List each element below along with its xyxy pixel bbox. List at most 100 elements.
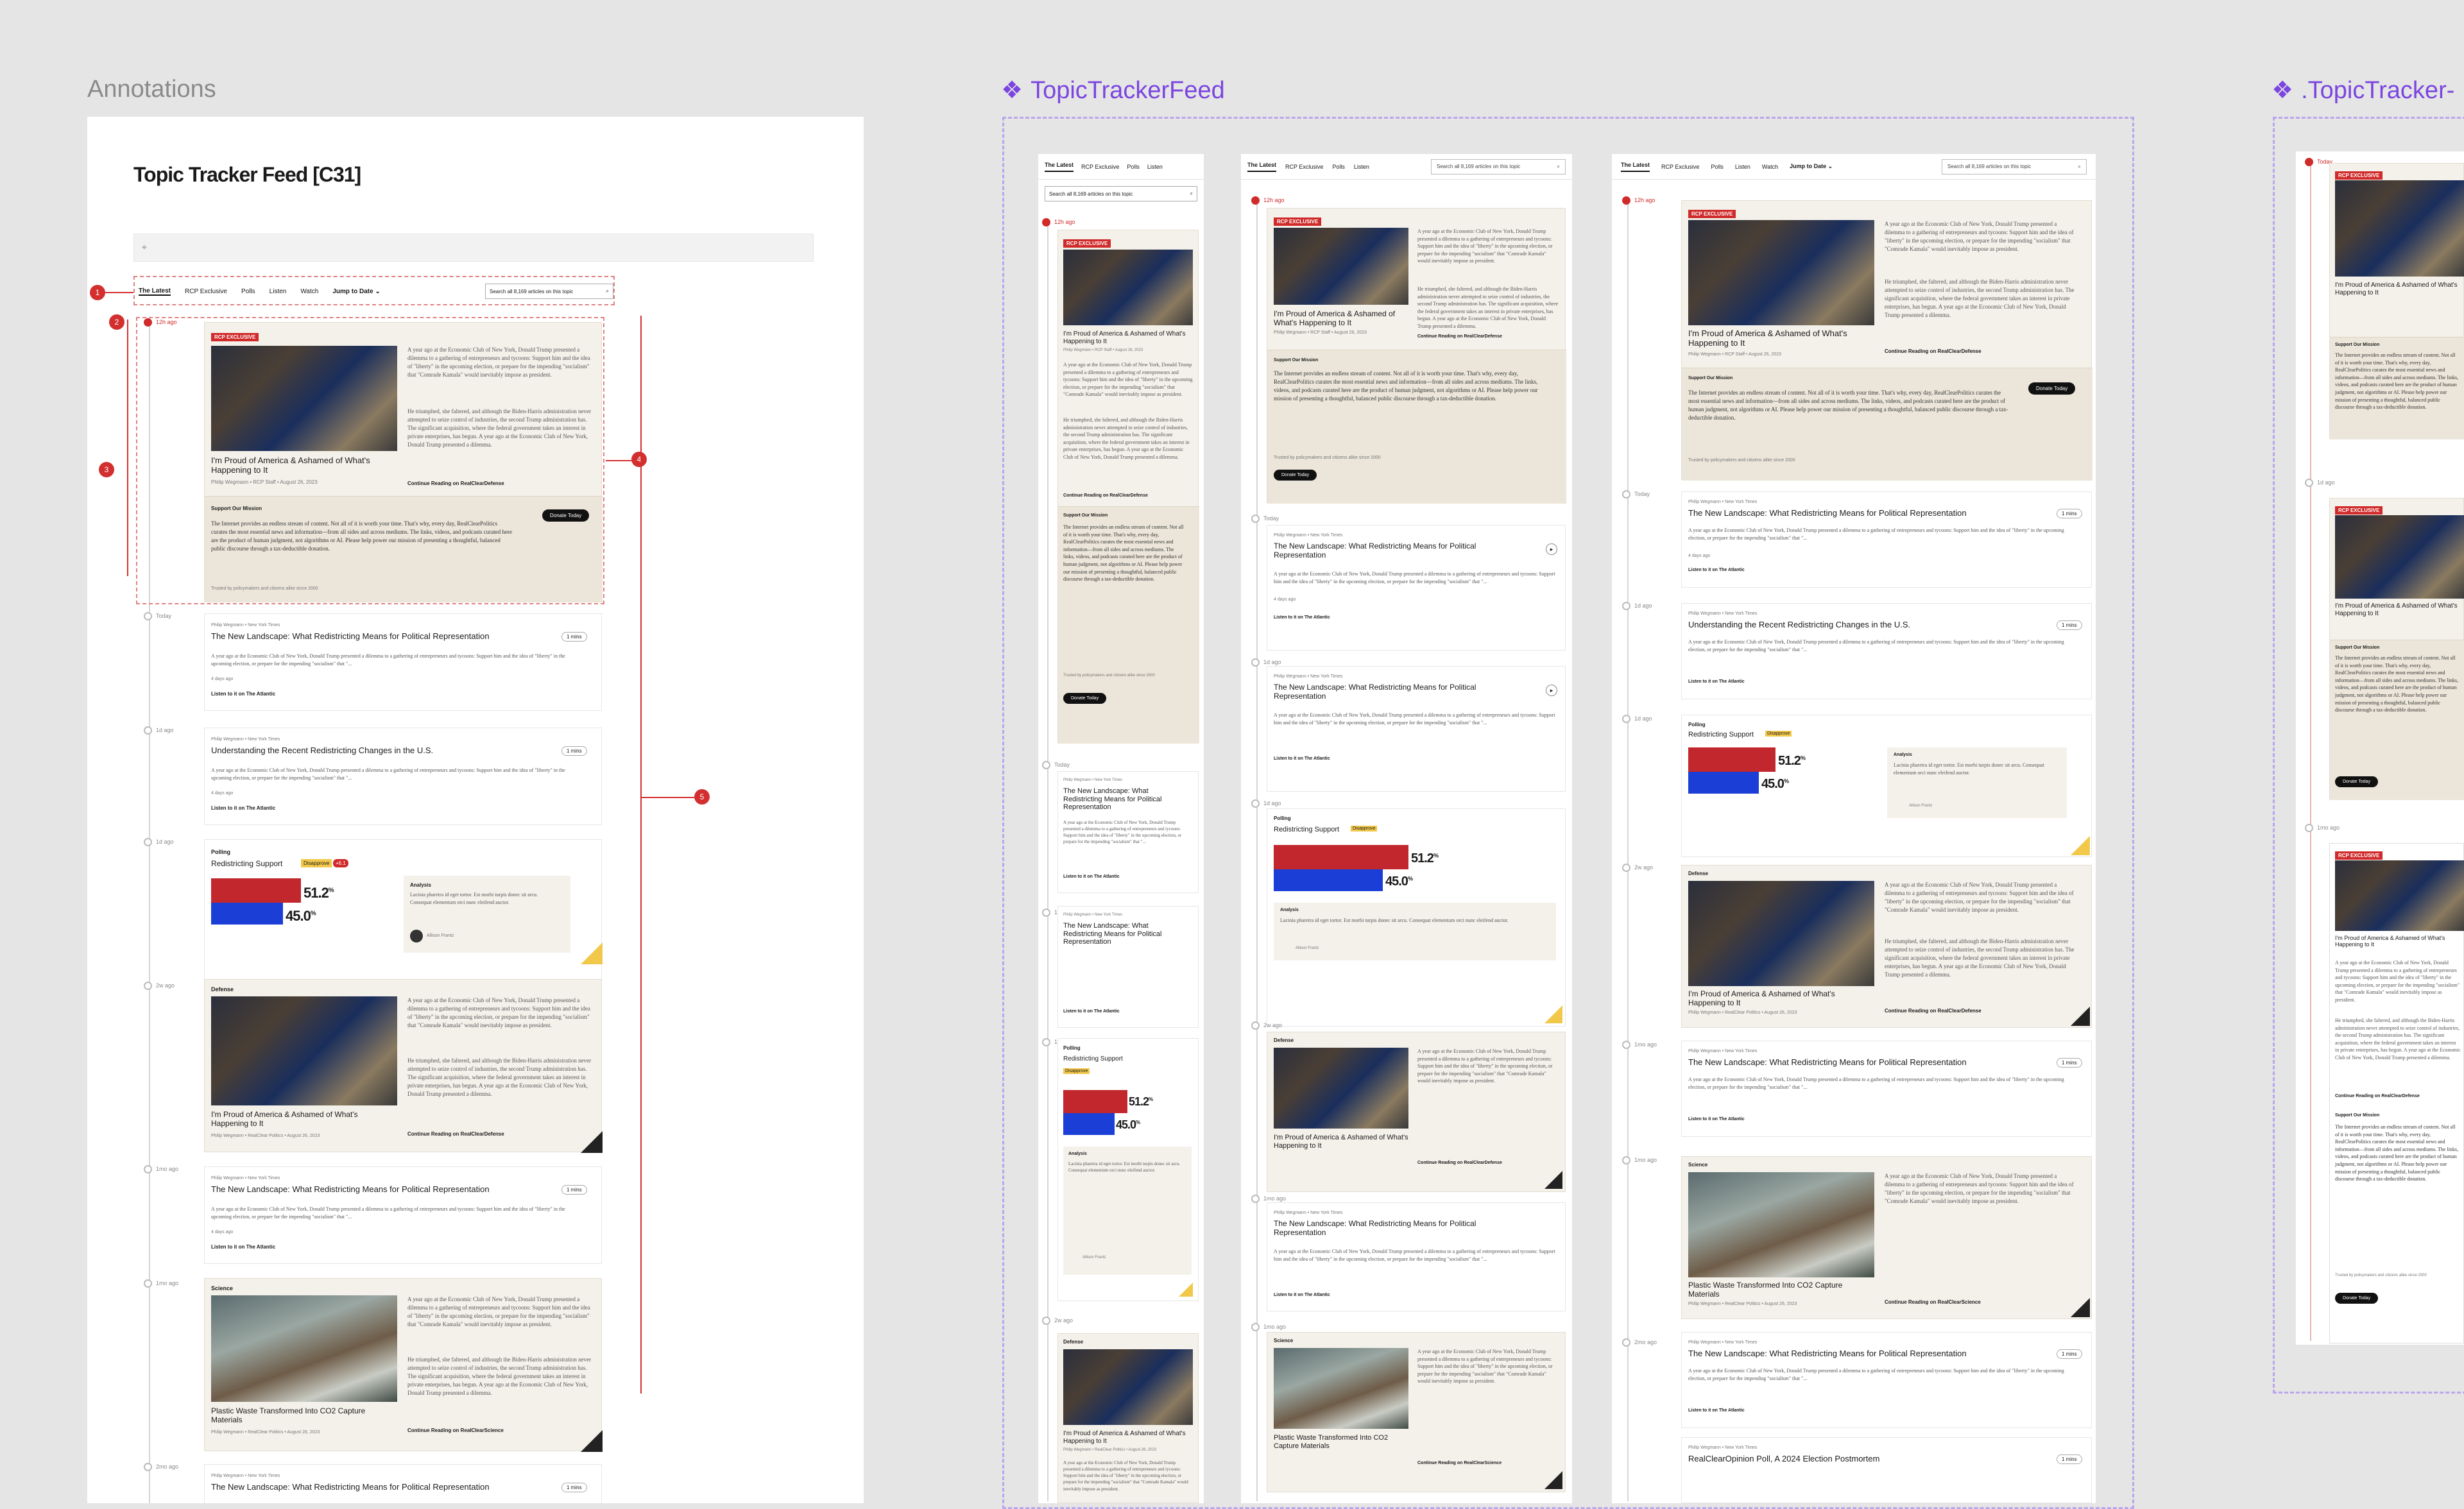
featured-card[interactable]: RCP EXCLUSIVE I'm Proud of America & Ash…: [1057, 230, 1199, 744]
donate-button[interactable]: Donate Today: [542, 509, 590, 522]
tab-exclusive[interactable]: RCP Exclusive: [1661, 164, 1699, 170]
tab-listen[interactable]: Listen: [1735, 164, 1750, 170]
play-icon[interactable]: ▸: [1546, 543, 1557, 555]
time-marker: Today: [1622, 490, 1650, 499]
tab-watch[interactable]: Watch: [300, 288, 318, 295]
list-item[interactable]: Philip Wegmann • New York Times The New …: [1057, 771, 1199, 893]
list-item[interactable]: Philip Wegmann • New York Times Understa…: [1681, 603, 2092, 699]
tab-listen[interactable]: Listen: [270, 288, 287, 295]
annotations-artboard: Topic Tracker Feed [C31] ⌖ The Latest RC…: [87, 117, 864, 1503]
annotation-search-bar[interactable]: ⌖: [133, 234, 814, 262]
tab-exclusive[interactable]: RCP Exclusive: [1285, 164, 1323, 170]
annotation-marker: 4: [631, 452, 647, 467]
featured-card[interactable]: RCP EXCLUSIVE I'm Proud of America & Ash…: [2329, 163, 2464, 439]
annotation-leader: [606, 460, 631, 461]
corner-flag: [1544, 1171, 1562, 1189]
duration-chip[interactable]: 1 mins: [2057, 620, 2082, 630]
poll-title[interactable]: Redistricting Support: [211, 859, 282, 868]
disapprove-bar: [1688, 747, 1775, 772]
nav-bar: The Latest RCP Exclusive Polls Listen Wa…: [139, 278, 613, 304]
tab-watch[interactable]: Watch: [1762, 164, 1778, 170]
jump-to-date[interactable]: Jump to Date ⌄: [1790, 163, 1833, 170]
analysis-box: Analysis Lacinia pharetra id eget tortor…: [1887, 747, 2067, 818]
jump-to-date[interactable]: Jump to Date ⌄: [332, 288, 381, 295]
defense-card[interactable]: Defense I'm Proud of America & Ashamed o…: [204, 979, 603, 1153]
science-card[interactable]: Science Plastic Waste Transformed Into C…: [1267, 1332, 1566, 1492]
list-item[interactable]: Philip Wegmann • New York Times RealClea…: [1681, 1437, 2092, 1503]
duration-chip[interactable]: 1 mins: [561, 632, 587, 642]
search-icon: ⌕: [1190, 191, 1193, 196]
science-card[interactable]: Science Plastic Waste Transformed Into C…: [204, 1278, 603, 1452]
list-item[interactable]: Philip Wegmann • New York Times The New …: [1267, 525, 1566, 651]
featured-meta: Philip Wegmann • RCP Staff • August 26, …: [211, 479, 318, 485]
tab-exclusive[interactable]: RCP Exclusive: [185, 288, 227, 295]
search-input[interactable]: Search all 8,169 articles on this topic ⌕: [485, 284, 613, 299]
support-box: Support Our Mission The Internet provide…: [1058, 506, 1199, 744]
exclusive-badge: RCP EXCLUSIVE: [211, 333, 259, 341]
poll-card[interactable]: Polling Redistricting Support Disapprove…: [1057, 1038, 1199, 1301]
duration-chip[interactable]: 1 mins: [2057, 1349, 2082, 1359]
poll-card[interactable]: Polling Redistricting Support Disapprove…: [1267, 808, 1566, 1027]
donate-button[interactable]: Donate Today: [2028, 382, 2076, 395]
search-input[interactable]: Search all 8,169 articles on this topic ⌕: [1045, 186, 1197, 201]
tab-exclusive[interactable]: RCP Exclusive: [1081, 164, 1119, 170]
search-input[interactable]: Search all 8,169 articles on this topic ⌕: [1431, 158, 1566, 175]
donate-button[interactable]: Donate Today: [1274, 470, 1317, 481]
tab-latest[interactable]: The Latest: [1045, 162, 1074, 172]
tab-listen[interactable]: Listen: [1147, 164, 1163, 170]
defense-card[interactable]: Defense I'm Proud of America & Ashamed o…: [1267, 1032, 1566, 1192]
time-marker: 2mo ago: [144, 1463, 178, 1471]
list-item[interactable]: Philip Wegmann • New York Times The New …: [204, 613, 602, 711]
list-item[interactable]: Philip Wegmann • New York Times The New …: [204, 1166, 602, 1264]
tab-latest[interactable]: The Latest: [1247, 162, 1277, 172]
play-icon[interactable]: ▸: [1546, 685, 1557, 696]
tab-polls[interactable]: Polls: [1127, 164, 1140, 170]
featured-card[interactable]: RCP EXCLUSIVE I'm Proud of America & Ash…: [2329, 843, 2464, 1343]
tab-polls[interactable]: Polls: [1332, 164, 1345, 170]
featured-card[interactable]: RCP EXCLUSIVE I'm Proud of America & Ash…: [204, 322, 603, 602]
science-card[interactable]: Science Plastic Waste Transformed Into C…: [1681, 1156, 2092, 1319]
corner-flag: [581, 942, 603, 964]
donate-button[interactable]: Donate Today: [1063, 693, 1107, 704]
list-item[interactable]: Philip Wegmann • New York Times The New …: [1681, 491, 2092, 588]
donate-button[interactable]: Donate Today: [2335, 1293, 2379, 1304]
tab-polls[interactable]: Polls: [241, 288, 255, 295]
duration-chip[interactable]: 1 mins: [2057, 1454, 2082, 1464]
tab-polls[interactable]: Polls: [1711, 164, 1724, 170]
annotation-leader: [105, 292, 133, 293]
poll-card[interactable]: Polling Redistricting Support Disapprove…: [1681, 715, 2092, 857]
duration-chip[interactable]: 1 mins: [2057, 1058, 2082, 1068]
defense-card[interactable]: Defense I'm Proud of America & Ashamed o…: [1681, 865, 2092, 1028]
tab-listen[interactable]: Listen: [1354, 164, 1369, 170]
donate-button[interactable]: Donate Today: [2335, 776, 2379, 787]
duration-chip[interactable]: 1 mins: [2057, 509, 2082, 518]
cursor-icon: ⌖: [142, 242, 147, 252]
duration-chip[interactable]: 1 mins: [561, 746, 587, 756]
featured-cta[interactable]: Continue Reading on RealClearDefense: [407, 481, 504, 486]
featured-card[interactable]: RCP EXCLUSIVE I'm Proud of America & Ash…: [1681, 200, 2092, 481]
duration-chip[interactable]: 1 mins: [561, 1185, 587, 1195]
approve-bar: [1688, 772, 1759, 794]
list-item[interactable]: Philip Wegmann • New York Times The New …: [204, 1464, 602, 1503]
science-photo: [211, 1295, 397, 1402]
time-marker: 1d ago: [2305, 479, 2335, 487]
list-item[interactable]: Philip Wegmann • New York Times The New …: [1057, 906, 1199, 1028]
defense-photo: [1688, 881, 1874, 986]
search-input[interactable]: Search all 8,169 articles on this topic ⌕: [1942, 158, 2087, 175]
list-item[interactable]: Philip Wegmann • New York Times The New …: [1681, 1041, 2092, 1137]
featured-title[interactable]: I'm Proud of America & Ashamed of What's…: [211, 456, 397, 475]
component-icon: ❖: [1001, 77, 1023, 104]
section-label-annotations: Annotations: [87, 76, 216, 103]
featured-card[interactable]: RCP EXCLUSIVE I'm Proud of America & Ash…: [1267, 208, 1566, 504]
defense-card[interactable]: Defense I'm Proud of America & Ashamed o…: [1057, 1333, 1199, 1503]
time-marker: 2w ago: [1622, 864, 1653, 872]
time-marker: 1d ago: [1622, 715, 1652, 723]
duration-chip[interactable]: 1 mins: [561, 1483, 587, 1492]
tab-latest[interactable]: The Latest: [1621, 162, 1650, 172]
list-item[interactable]: Philip Wegmann • New York Times The New …: [1681, 1332, 2092, 1428]
list-item[interactable]: Philip Wegmann • New York Times The New …: [1267, 1202, 1566, 1311]
list-item[interactable]: Philip Wegmann • New York Times The New …: [1267, 666, 1566, 792]
list-item[interactable]: Philip Wegmann • New York Times Understa…: [204, 728, 602, 825]
tab-latest[interactable]: The Latest: [139, 287, 171, 296]
featured-card[interactable]: RCP EXCLUSIVE I'm Proud of America & Ash…: [2329, 498, 2464, 800]
